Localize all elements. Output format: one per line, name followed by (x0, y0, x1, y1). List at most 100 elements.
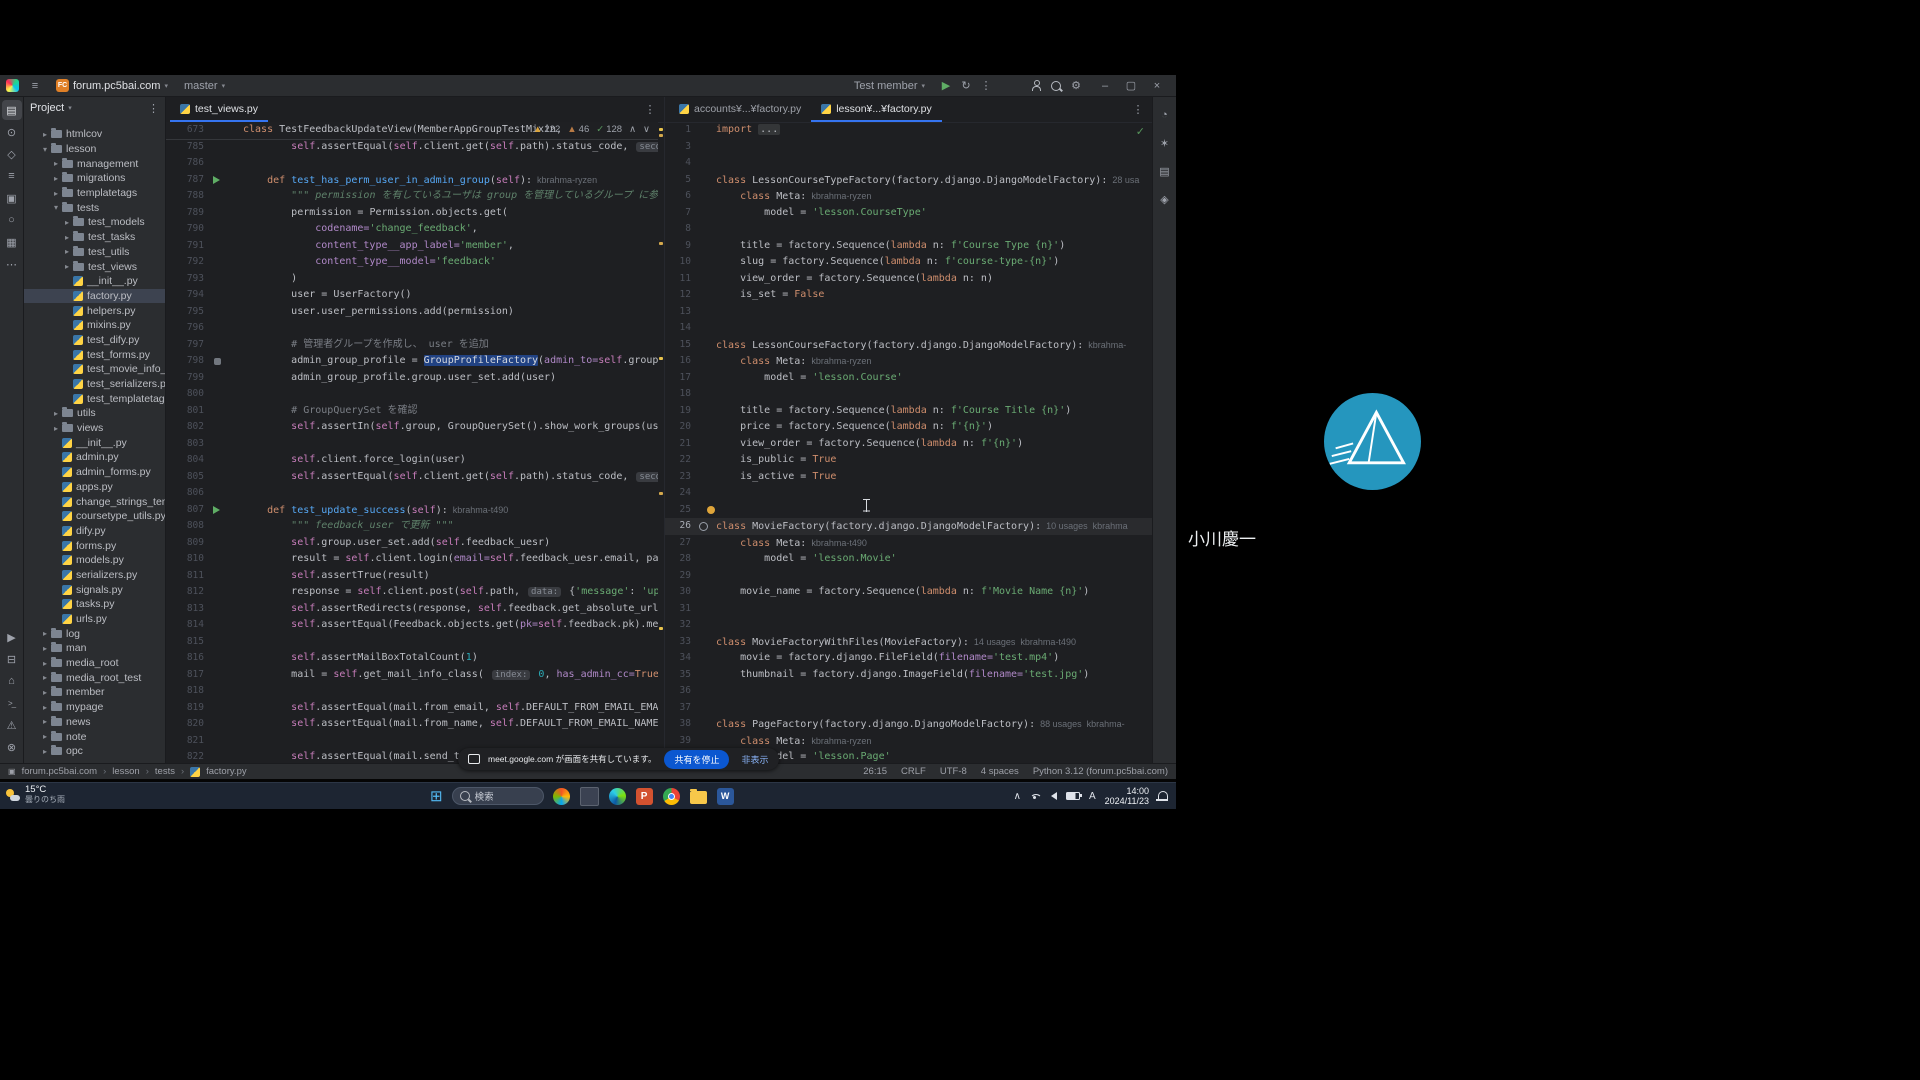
code-line[interactable]: 23 is_active = True (665, 469, 1152, 486)
code-line[interactable]: 786 (166, 155, 658, 172)
code-line[interactable]: 793 ) (166, 271, 658, 288)
code-line[interactable]: 14 (665, 320, 1152, 337)
tree-item-media_root_test[interactable]: ▸media_root_test (24, 670, 165, 685)
code-line[interactable]: 18 (665, 386, 1152, 403)
chevron-icon[interactable]: ▸ (40, 688, 50, 697)
code-line[interactable]: 32 (665, 617, 1152, 634)
code-line[interactable]: 33class MovieFactoryWithFiles(MovieFacto… (665, 634, 1152, 651)
inspection-mark[interactable] (659, 134, 663, 137)
chevron-icon[interactable]: ▸ (40, 747, 50, 756)
tree-item-apps.py[interactable]: apps.py (24, 480, 165, 495)
code-line[interactable]: 19 title = factory.Sequence(lambda n: f'… (665, 403, 1152, 420)
tree-item-mypage[interactable]: ▸mypage (24, 700, 165, 715)
code-line[interactable]: 807 def test_update_success(self): kbrah… (166, 502, 658, 519)
code-line[interactable]: 816 self.assertMailBoxTotalCount(1) (166, 650, 658, 667)
chevron-icon[interactable]: ▸ (51, 424, 61, 433)
project-icon[interactable]: ▤ (2, 100, 22, 120)
code-line[interactable]: 803 (166, 436, 658, 453)
code-line[interactable]: 809 self.group.user_set.add(self.feedbac… (166, 535, 658, 552)
code-line[interactable]: 27 class Meta: kbrahma-t490 (665, 535, 1152, 552)
code-line[interactable]: 6 class Meta: kbrahma-ryzen (665, 188, 1152, 205)
volume-icon[interactable] (1051, 792, 1057, 800)
tree-item-coursetype_utils.py[interactable]: coursetype_utils.py (24, 509, 165, 524)
code-line[interactable]: 26class MovieFactory(factory.django.Djan… (665, 518, 1152, 535)
rerun-icon[interactable]: ↻ (956, 77, 976, 95)
code-with-me-icon[interactable] (1026, 77, 1046, 95)
inspection-item[interactable]: ∨ (643, 124, 650, 135)
chevron-icon[interactable]: ▸ (40, 717, 50, 726)
branch-widget[interactable]: master ▾ (179, 79, 230, 93)
inspection-item[interactable]: ▲222 (533, 124, 560, 135)
find-icon[interactable]: ○ (2, 210, 22, 230)
tree-item-urls.py[interactable]: urls.py (24, 612, 165, 627)
code-line[interactable]: 799 admin_group_profile.group.user_set.a… (166, 370, 658, 387)
code-line[interactable]: 31 (665, 601, 1152, 618)
tree-item-test_serializers.py[interactable]: test_serializers.py (24, 377, 165, 392)
inspection-mark[interactable] (659, 357, 663, 360)
run-gutter-icon[interactable] (213, 506, 220, 514)
status-item[interactable]: 26:15 (863, 766, 887, 777)
tree-item-news[interactable]: ▸news (24, 715, 165, 730)
battery-icon[interactable] (1066, 792, 1080, 800)
code-line[interactable]: 13 (665, 304, 1152, 321)
code-line[interactable]: 820 self.assertEqual(mail.from_name, sel… (166, 716, 658, 733)
code-line[interactable]: 22 is_public = True (665, 452, 1152, 469)
tree-item-factory.py[interactable]: factory.py (24, 289, 165, 304)
inspection-mark[interactable] (659, 128, 663, 131)
copilot-icon[interactable] (553, 788, 570, 805)
project-panel-header[interactable]: Project ▾ ⋮ (24, 97, 165, 119)
chevron-icon[interactable]: ▸ (62, 233, 72, 242)
tab-test_views.py[interactable]: test_views.py (170, 97, 268, 122)
inspection-mark[interactable] (659, 242, 663, 245)
tab-options-icon[interactable]: ⋮ (640, 100, 660, 120)
chevron-icon[interactable]: ▸ (40, 673, 50, 682)
tree-item-test_forms.py[interactable]: test_forms.py (24, 347, 165, 362)
plugins-icon[interactable]: ▦ (2, 232, 22, 252)
explorer-icon[interactable] (690, 791, 707, 804)
powerpoint-icon[interactable] (636, 788, 653, 805)
tree-item-__init__.py[interactable]: __init__.py (24, 274, 165, 289)
code-line[interactable]: 811 self.assertTrue(result) (166, 568, 658, 585)
breadcrumb-item[interactable]: lesson (112, 766, 139, 777)
chevron-icon[interactable]: ▾ (40, 145, 50, 154)
taskbar-clock[interactable]: 14:00 2024/11/23 (1105, 786, 1149, 806)
code-line[interactable]: 30 movie_name = factory.Sequence(lambda … (665, 584, 1152, 601)
code-line[interactable]: 39 class Meta: kbrahma-ryzen (665, 733, 1152, 750)
code-line[interactable]: 787 def test_has_perm_user_in_admin_grou… (166, 172, 658, 189)
vcs-icon[interactable]: ⊗ (2, 737, 22, 757)
tree-item-test_views[interactable]: ▸test_views (24, 259, 165, 274)
run-tool-icon[interactable]: ▶ (2, 627, 22, 647)
close-icon[interactable]: × (1144, 77, 1170, 95)
settings-icon[interactable]: ⚙ (1066, 77, 1086, 95)
panel-options-icon[interactable]: ⋮ (148, 102, 159, 115)
tree-item-lesson[interactable]: ▾lesson (24, 142, 165, 157)
chevron-icon[interactable]: ▾ (51, 203, 61, 212)
code-line[interactable]: 9 title = factory.Sequence(lambda n: f'C… (665, 238, 1152, 255)
tree-item-dify.py[interactable]: dify.py (24, 524, 165, 539)
code-line[interactable]: 792 content_type__model='feedback' (166, 254, 658, 271)
weather-widget[interactable]: 15°C 曇りのち雨 (6, 785, 65, 804)
tree-item-forms.py[interactable]: forms.py (24, 538, 165, 553)
code-line[interactable]: 34 movie = factory.django.FileField(file… (665, 650, 1152, 667)
inspection-item[interactable]: ▲46 (567, 124, 589, 135)
code-line[interactable]: 15class LessonCourseFactory(factory.djan… (665, 337, 1152, 354)
code-line[interactable]: 800 (166, 386, 658, 403)
inspection-mark[interactable] (659, 492, 663, 495)
tree-item-test_dify.py[interactable]: test_dify.py (24, 333, 165, 348)
structure-icon[interactable]: ≡ (2, 166, 22, 186)
chevron-icon[interactable]: ▸ (62, 262, 72, 271)
error-stripe[interactable] (658, 122, 664, 763)
tree-item-models.py[interactable]: models.py (24, 553, 165, 568)
stop-sharing-button[interactable]: 共有を停止 (664, 750, 729, 769)
bulb-gutter-icon[interactable] (707, 506, 715, 514)
code-line[interactable]: 791 content_type__app_label='member', (166, 238, 658, 255)
code-line[interactable]: 795 user.user_permissions.add(permission… (166, 304, 658, 321)
code-line[interactable]: 818 (166, 683, 658, 700)
chevron-icon[interactable]: ▸ (62, 218, 72, 227)
tree-item-views[interactable]: ▸views (24, 421, 165, 436)
services-icon[interactable]: ⊟ (2, 649, 22, 669)
breadcrumb-item[interactable]: forum.pc5bai.com (22, 766, 98, 777)
run-gutter-icon[interactable] (213, 176, 220, 184)
inspection-mark[interactable] (659, 627, 663, 630)
tree-item-test_utils[interactable]: ▸test_utils (24, 245, 165, 260)
